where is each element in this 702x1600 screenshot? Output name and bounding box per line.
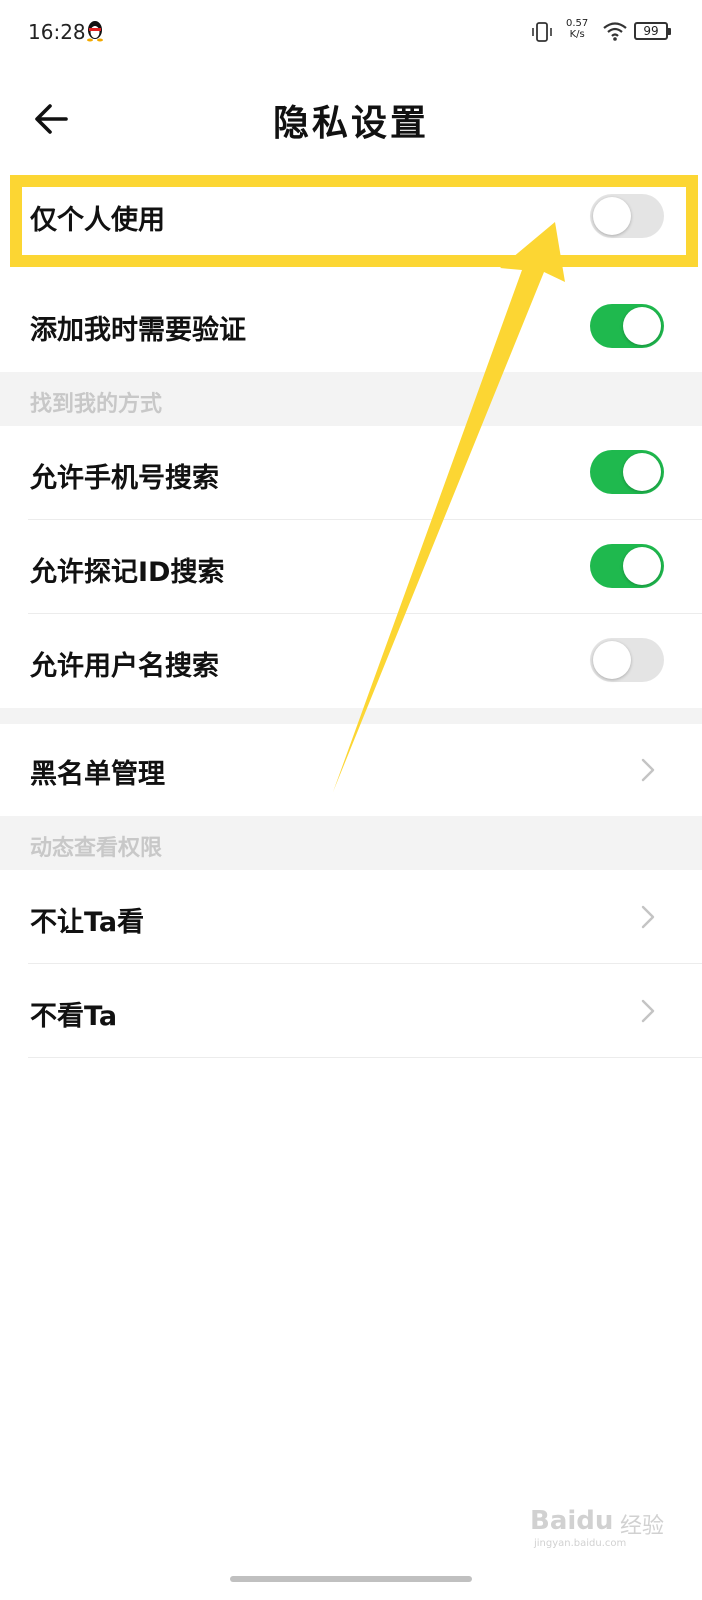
- qq-penguin-icon: [87, 21, 103, 42]
- verify-on-add-toggle[interactable]: [590, 304, 664, 348]
- status-time: 16:28: [28, 20, 86, 44]
- wifi-icon: [603, 22, 627, 41]
- setting-label: 允许探记ID搜索: [30, 557, 225, 588]
- setting-label: 添加我时需要验证: [30, 315, 246, 346]
- setting-row-id-search[interactable]: 允许探记ID搜索: [0, 520, 702, 614]
- header: 隐私设置: [0, 76, 702, 160]
- page-title: 隐私设置: [272, 103, 429, 144]
- toggle-knob: [623, 307, 661, 345]
- blacklist-label: 黑名单管理: [30, 759, 165, 790]
- setting-row-phone-search[interactable]: 允许手机号搜索: [0, 426, 702, 520]
- home-indicator[interactable]: [230, 1576, 472, 1582]
- watermark-site: jingyan.baidu.com: [534, 1538, 627, 1549]
- setting-label: 仅个人使用: [30, 205, 165, 236]
- network-speed-value: 0.57: [566, 18, 589, 29]
- personal-only-toggle[interactable]: [590, 194, 664, 238]
- moments-label: 不让Ta看: [30, 907, 145, 938]
- chevron-right-icon: [641, 758, 655, 782]
- section-header-moments: 动态查看权限: [0, 816, 702, 870]
- status-bar: 16:28 0.57 K/s 99: [0, 0, 702, 64]
- chevron-right-icon: [641, 905, 655, 929]
- watermark-cn: 经验: [620, 1514, 665, 1539]
- toggle-knob: [623, 453, 661, 491]
- section-spacer: [0, 708, 702, 724]
- toggle-knob: [593, 197, 631, 235]
- moments-row-dont-see[interactable]: 不看Ta: [0, 964, 702, 1058]
- section-title: 动态查看权限: [30, 836, 163, 861]
- setting-label: 允许用户名搜索: [30, 651, 219, 682]
- setting-row-personal-only[interactable]: 仅个人使用: [0, 170, 702, 264]
- network-speed-unit: K/s: [569, 29, 585, 40]
- toggle-knob: [593, 641, 631, 679]
- setting-row-verify-on-add[interactable]: 添加我时需要验证: [0, 278, 702, 372]
- username-search-toggle[interactable]: [590, 638, 664, 682]
- setting-row-username-search[interactable]: 允许用户名搜索: [0, 614, 702, 708]
- setting-label: 允许手机号搜索: [30, 463, 219, 494]
- chevron-right-icon: [641, 999, 655, 1023]
- id-search-toggle[interactable]: [590, 544, 664, 588]
- blacklist-row[interactable]: 黑名单管理: [0, 724, 702, 816]
- network-speed: 0.57 K/s: [566, 18, 588, 40]
- divider: [28, 1057, 702, 1058]
- section-header-find-me: 找到我的方式: [0, 372, 702, 426]
- section-title: 找到我的方式: [30, 392, 163, 417]
- moments-row-hide-from[interactable]: 不让Ta看: [0, 870, 702, 964]
- vibrate-icon: [532, 22, 552, 42]
- toggle-knob: [623, 547, 661, 585]
- baidu-watermark: Baidu 经验 jingyan.baidu.com: [530, 1494, 680, 1554]
- moments-label: 不看Ta: [30, 1001, 118, 1032]
- battery-indicator: 99: [634, 22, 671, 40]
- watermark-brand: Baidu: [530, 1506, 614, 1536]
- phone-search-toggle[interactable]: [590, 450, 664, 494]
